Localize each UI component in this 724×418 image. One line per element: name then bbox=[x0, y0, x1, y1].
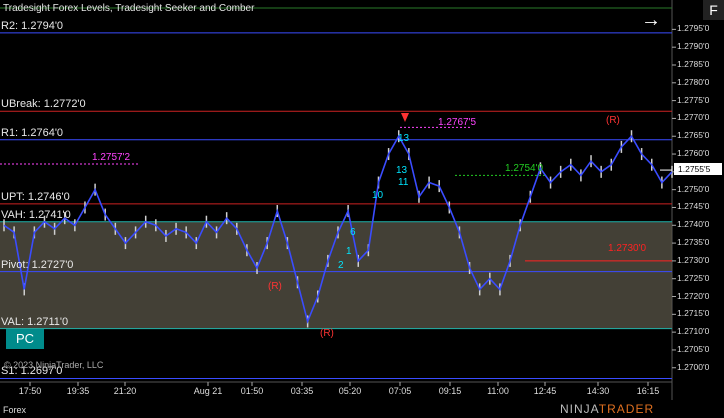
chart-annotation: (R) bbox=[320, 328, 334, 339]
x-tick-label: 14:30 bbox=[586, 386, 610, 396]
down-arrow-icon bbox=[401, 113, 409, 122]
chart-annotation: (R) bbox=[606, 115, 620, 126]
y-tick-label: 1.2705'0 bbox=[677, 343, 710, 354]
current-price-marker: 1.2755'5 bbox=[674, 163, 722, 175]
level-label-val: VAL: 1.2711'0 bbox=[1, 315, 69, 328]
chart-annotation: (R) bbox=[268, 281, 282, 292]
y-tick-label: 1.2790'0 bbox=[677, 41, 710, 52]
y-tick-label: 1.2745'0 bbox=[677, 201, 710, 212]
y-tick-label: 1.2785'0 bbox=[677, 58, 710, 69]
chart-annotation: 11 bbox=[398, 177, 409, 188]
x-tick-label: 01:50 bbox=[240, 386, 264, 396]
x-tick-label: 21:20 bbox=[113, 386, 137, 396]
x-tick-label: 05:20 bbox=[338, 386, 362, 396]
chart-annotation: 2 bbox=[338, 260, 344, 271]
y-tick-label: 1.2735'0 bbox=[677, 237, 710, 248]
y-tick-label: 1.2720'0 bbox=[677, 290, 710, 301]
level-label-ubreak: UBreak: 1.2772'0 bbox=[1, 98, 86, 111]
x-tick-label: 17:50 bbox=[18, 386, 42, 396]
y-tick-label: 1.2775'0 bbox=[677, 94, 710, 105]
y-tick-label: 1.2715'0 bbox=[677, 308, 710, 319]
f-button[interactable]: F bbox=[703, 0, 724, 20]
pc-button[interactable]: PC bbox=[6, 329, 44, 349]
x-tick-label: 03:35 bbox=[290, 386, 314, 396]
y-tick-label: 1.2770'0 bbox=[677, 112, 710, 123]
chart-annotation: 13 bbox=[396, 165, 408, 176]
y-tick-label: 1.2740'0 bbox=[677, 219, 710, 230]
chart-annotation: 1.2767'5 bbox=[438, 117, 477, 128]
level-label-r2: R2: 1.2794'0 bbox=[1, 19, 64, 32]
chart-annotation: 13 bbox=[398, 133, 410, 144]
chart-annotation: 1.2754'0 bbox=[505, 163, 544, 174]
tab-forex[interactable]: Forex bbox=[3, 405, 26, 415]
brand-part-b: TRADER bbox=[598, 402, 655, 416]
y-tick-label: 1.2780'0 bbox=[677, 76, 710, 87]
level-label-vah: VAH: 1.2741'0 bbox=[1, 208, 71, 221]
chart-title: Tradesight Forex Levels, Tradesight Seek… bbox=[3, 3, 255, 14]
y-tick-label: 1.2725'0 bbox=[677, 272, 710, 283]
y-tick-label: 1.2730'0 bbox=[677, 254, 710, 265]
y-tick-label: 1.2710'0 bbox=[677, 326, 710, 337]
x-tick-label: 16:15 bbox=[636, 386, 660, 396]
y-tick-label: 1.2760'0 bbox=[677, 148, 710, 159]
price-chart[interactable] bbox=[0, 0, 724, 418]
x-tick-label: Aug 21 bbox=[193, 386, 223, 396]
ninjatrader-logo: NINJATRADER bbox=[560, 402, 654, 416]
level-label-upt: UPT: 1.2746'0 bbox=[1, 190, 70, 203]
level-label-r1: R1: 1.2764'0 bbox=[1, 126, 64, 139]
x-tick-label: 11:00 bbox=[487, 386, 509, 396]
level-label-pivot: Pivot: 1.2727'0 bbox=[1, 258, 74, 271]
chart-annotation: 6 bbox=[350, 227, 356, 238]
chart-annotation: 1.2730'0 bbox=[608, 243, 647, 254]
chart-annotation: 1 bbox=[346, 246, 352, 257]
chart-annotation: 10 bbox=[372, 190, 384, 201]
copyright-text: © 2023 NinjaTrader, LLC bbox=[4, 360, 104, 370]
y-tick-label: 1.2750'0 bbox=[677, 183, 710, 194]
y-tick-label: 1.2765'0 bbox=[677, 130, 710, 141]
brand-part-a: NINJA bbox=[560, 402, 599, 416]
x-tick-label: 09:15 bbox=[438, 386, 462, 396]
x-tick-label: 19:35 bbox=[66, 386, 90, 396]
y-tick-label: 1.2795'0 bbox=[677, 23, 710, 34]
arrow-right-icon[interactable]: → bbox=[641, 9, 661, 32]
y-tick-label: 1.2700'0 bbox=[677, 361, 710, 372]
x-tick-label: 12:45 bbox=[533, 386, 557, 396]
x-tick-label: 07:05 bbox=[388, 386, 412, 396]
chart-annotation: 1.2757'2 bbox=[92, 152, 131, 163]
